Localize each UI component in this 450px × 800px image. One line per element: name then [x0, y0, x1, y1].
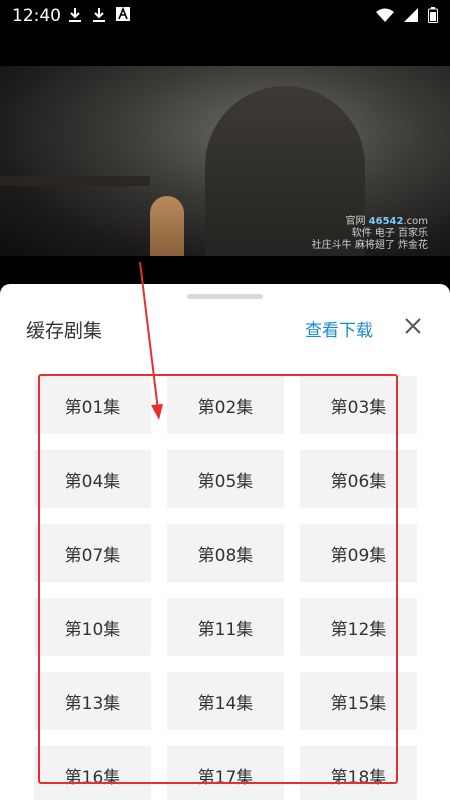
- view-downloads-link[interactable]: 查看下载: [305, 316, 373, 341]
- battery-icon: [428, 7, 438, 23]
- a-badge-icon: [116, 7, 130, 21]
- episode-button[interactable]: 第14集: [167, 672, 284, 730]
- episode-button[interactable]: 第04集: [34, 450, 151, 508]
- watermark-domain: .com: [403, 216, 428, 227]
- episode-button[interactable]: 第02集: [167, 376, 284, 434]
- download-icon: [69, 8, 81, 22]
- cache-episodes-sheet: 缓存剧集 查看下载 第01集 第02集 第03集 第04集 第05集 第06集 …: [0, 284, 450, 800]
- episode-button[interactable]: 第11集: [167, 598, 284, 656]
- episode-button[interactable]: 第12集: [300, 598, 417, 656]
- download-icon: [93, 8, 105, 22]
- episode-button[interactable]: 第03集: [300, 376, 417, 434]
- episode-grid: 第01集 第02集 第03集 第04集 第05集 第06集 第07集 第08集 …: [34, 376, 418, 800]
- wifi-icon: [376, 8, 394, 22]
- watermark-line2: 软件 电子 百家乐: [351, 228, 428, 239]
- video-scene-vase: [150, 196, 184, 256]
- close-icon[interactable]: [402, 315, 424, 337]
- signal-icon: [404, 8, 418, 22]
- watermark-number: 46542: [368, 216, 404, 227]
- sheet-title: 缓存剧集: [26, 320, 103, 342]
- episode-button[interactable]: 第13集: [34, 672, 151, 730]
- episode-button[interactable]: 第10集: [34, 598, 151, 656]
- video-watermark: 官网 46542.com 软件 电子 百家乐 社庄斗牛 麻将翅了 炸金花: [312, 216, 428, 252]
- episode-button[interactable]: 第06集: [300, 450, 417, 508]
- watermark-line1: 官网: [345, 216, 366, 227]
- episode-button[interactable]: 第16集: [34, 746, 151, 800]
- episode-button[interactable]: 第17集: [167, 746, 284, 800]
- video-scene-shelf: [0, 176, 150, 186]
- system-icons: [376, 7, 438, 23]
- episode-button[interactable]: 第09集: [300, 524, 417, 582]
- video-player[interactable]: 官网 46542.com 软件 电子 百家乐 社庄斗牛 麻将翅了 炸金花: [0, 66, 450, 256]
- watermark-line3: 社庄斗牛 麻将翅了 炸金花: [311, 240, 428, 251]
- sheet-drag-handle[interactable]: [187, 294, 263, 299]
- status-time: 12:40: [12, 6, 61, 26]
- status-bar: 12:40: [0, 0, 450, 32]
- episode-button[interactable]: 第15集: [300, 672, 417, 730]
- notification-icons: [68, 7, 130, 23]
- episode-button[interactable]: 第18集: [300, 746, 417, 800]
- episode-button[interactable]: 第07集: [34, 524, 151, 582]
- episode-button[interactable]: 第08集: [167, 524, 284, 582]
- episode-button[interactable]: 第05集: [167, 450, 284, 508]
- episode-button[interactable]: 第01集: [34, 376, 151, 434]
